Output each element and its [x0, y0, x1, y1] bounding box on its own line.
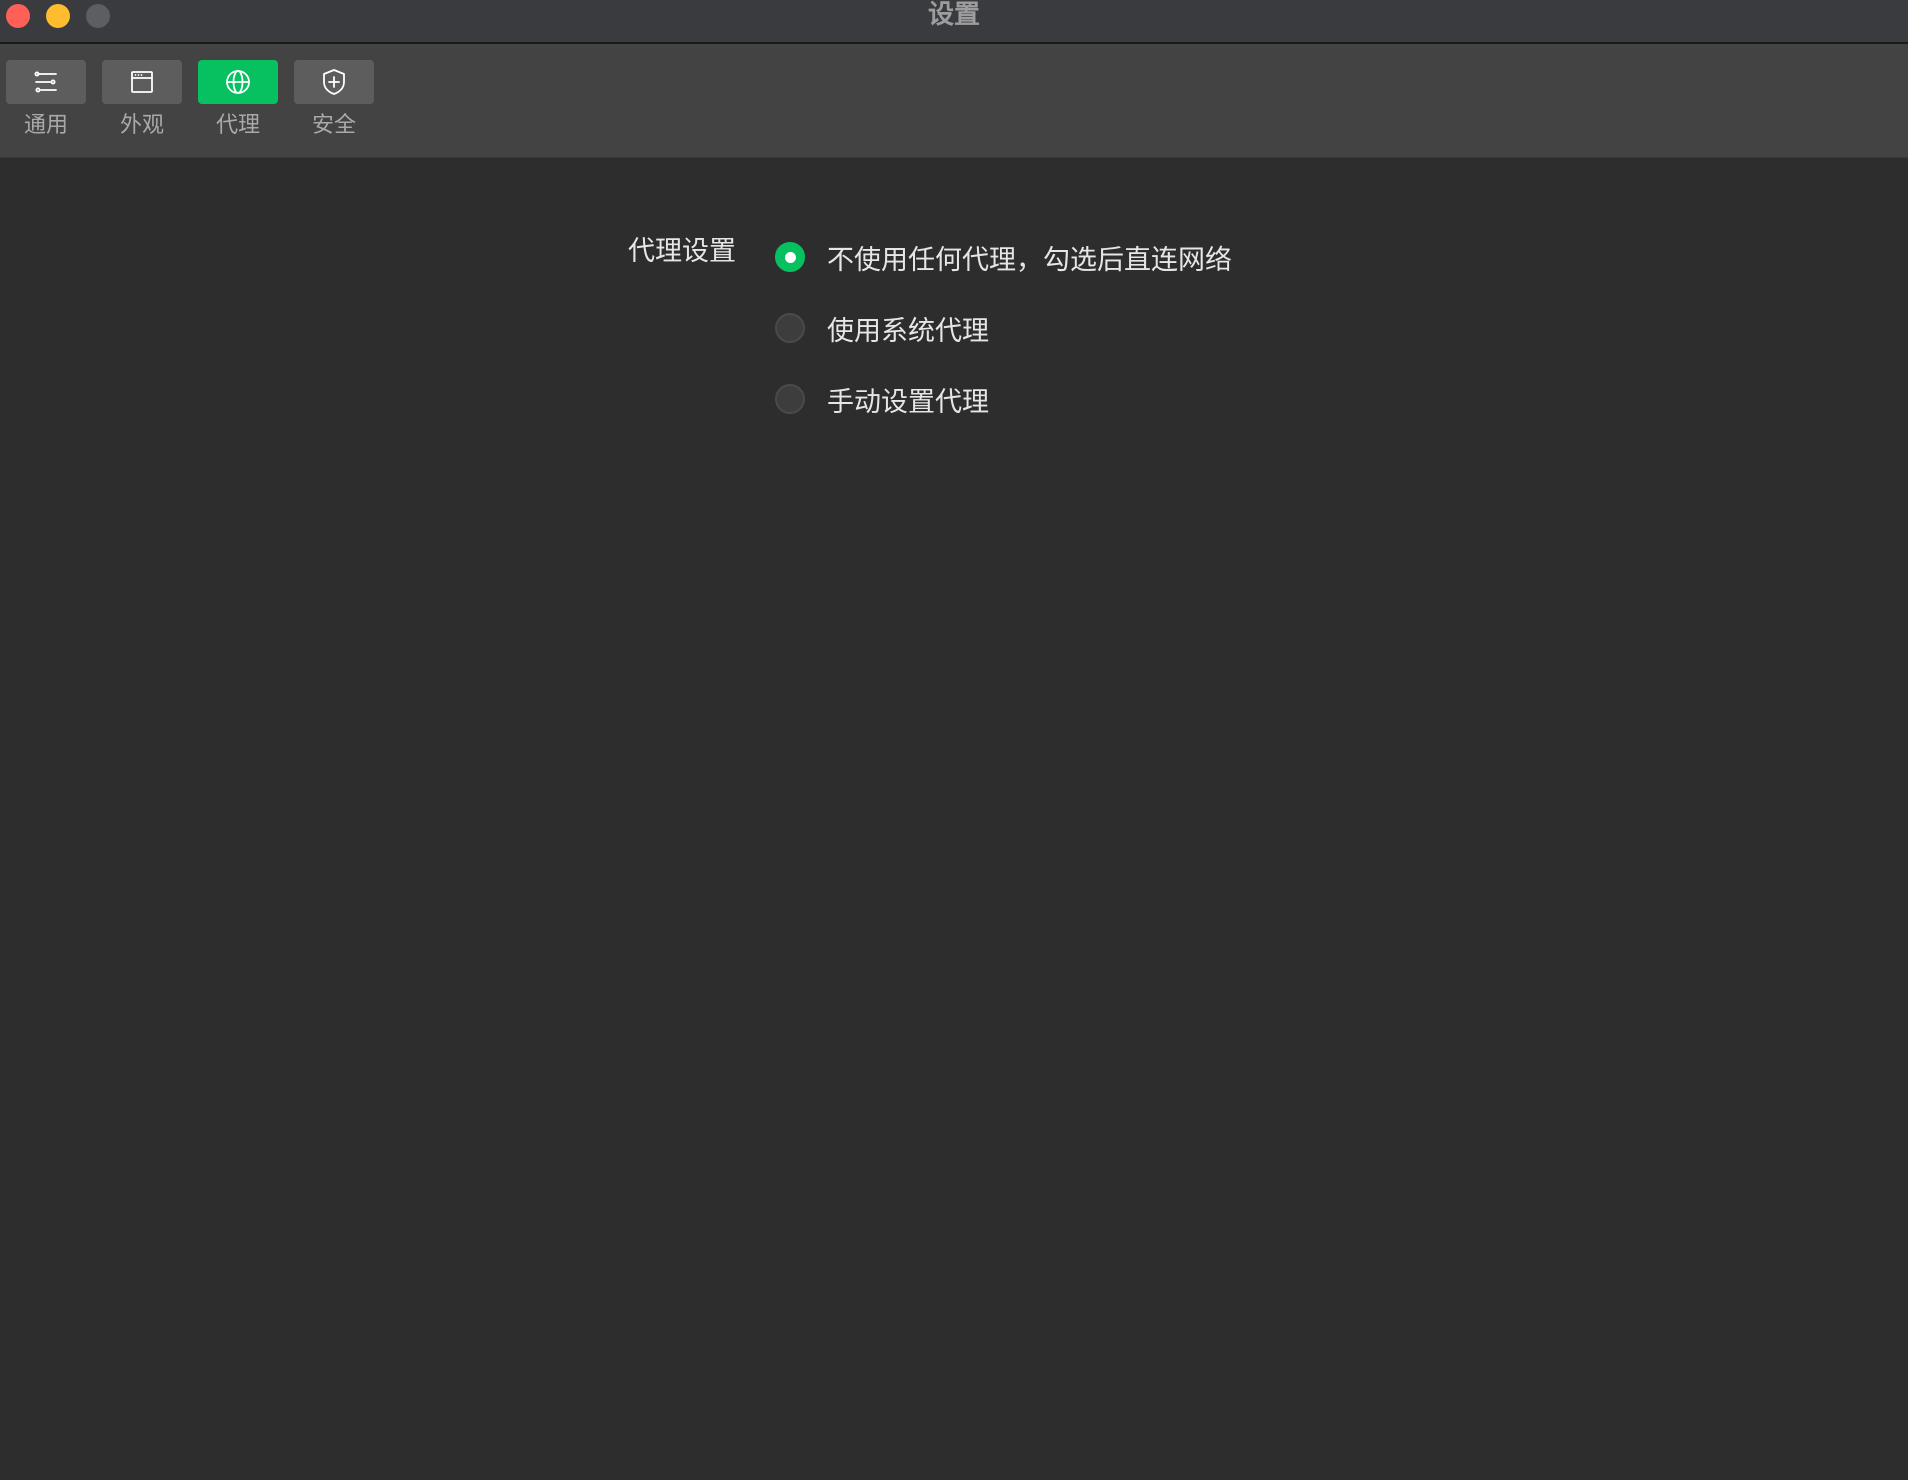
globe-icon: [224, 68, 252, 96]
tab-general[interactable]: 通用: [6, 60, 86, 154]
tab-appearance[interactable]: 外观: [102, 60, 182, 154]
proxy-option-direct[interactable]: 不使用任何代理，勾选后直连网络: [775, 237, 1232, 277]
proxy-option-system-label: 使用系统代理: [827, 315, 989, 347]
tab-security[interactable]: 安全: [294, 60, 374, 154]
tab-appearance-button[interactable]: [102, 60, 182, 104]
preferences-toolbar: 通用 外观 代理 安全: [0, 44, 1908, 158]
proxy-option-manual-label: 手动设置代理: [827, 386, 989, 418]
proxy-option-system[interactable]: 使用系统代理: [775, 308, 989, 348]
radio-button-manual[interactable]: [775, 384, 805, 414]
title-bar: 设置: [0, 0, 1908, 44]
tab-proxy-label: 代理: [215, 113, 260, 138]
radio-button-direct[interactable]: [775, 242, 805, 272]
window-title: 设置: [927, 0, 980, 30]
tab-security-label: 安全: [311, 113, 356, 138]
sliders-icon: [33, 69, 59, 95]
proxy-settings-label: 代理设置: [628, 236, 736, 267]
settings-window: 设置 通用 外观 代理 安全 代理设置 不使用任何代理，勾选后直连网络 使用系统…: [0, 0, 1908, 1480]
tab-proxy[interactable]: 代理: [198, 60, 278, 154]
proxy-option-manual[interactable]: 手动设置代理: [775, 379, 989, 419]
proxy-settings-panel: 代理设置 不使用任何代理，勾选后直连网络 使用系统代理 手动设置代理: [0, 158, 1908, 1480]
radio-button-system[interactable]: [775, 313, 805, 343]
proxy-option-direct-label: 不使用任何代理，勾选后直连网络: [827, 244, 1232, 276]
tab-proxy-button[interactable]: [198, 60, 278, 104]
tab-general-label: 通用: [23, 113, 68, 138]
window-icon: [129, 69, 155, 95]
shield-plus-icon: [321, 68, 347, 96]
tab-security-button[interactable]: [294, 60, 374, 104]
tab-general-button[interactable]: [6, 60, 86, 104]
tab-appearance-label: 外观: [119, 113, 164, 138]
